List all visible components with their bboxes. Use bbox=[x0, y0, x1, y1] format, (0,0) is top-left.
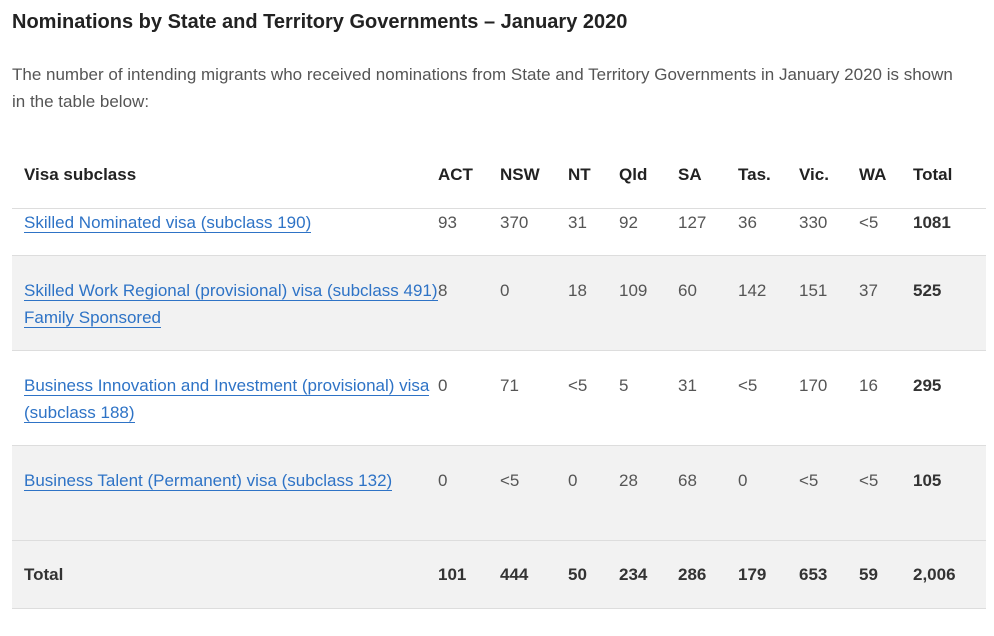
total-grand: 2,006 bbox=[913, 540, 986, 609]
cell-total: 525 bbox=[913, 255, 986, 351]
visa-link-190[interactable]: Skilled Nominated visa (subclass 190) bbox=[24, 213, 312, 233]
cell-total: 1081 bbox=[913, 208, 986, 256]
header-vic: Vic. bbox=[799, 141, 859, 209]
table-total-row: Total 101 444 50 234 286 179 653 59 2,00… bbox=[12, 540, 986, 609]
table-header-row: Visa subclass ACT NSW NT Qld SA Tas. Vic… bbox=[12, 141, 986, 209]
cell-act: 8 bbox=[438, 255, 500, 351]
visa-link-132[interactable]: Business Talent (Permanent) visa (subcla… bbox=[24, 471, 393, 491]
visa-cell: Skilled Nominated visa (subclass 190) bbox=[12, 208, 438, 256]
header-wa: WA bbox=[859, 141, 913, 209]
visa-link-491[interactable]: Skilled Work Regional (provisional) visa… bbox=[24, 281, 438, 328]
visa-link-188[interactable]: Business Innovation and Investment (prov… bbox=[24, 376, 430, 423]
cell-total: 295 bbox=[913, 350, 986, 446]
table-row: Business Talent (Permanent) visa (subcla… bbox=[12, 445, 986, 541]
total-label: Total bbox=[12, 540, 438, 609]
header-tas: Tas. bbox=[738, 141, 799, 209]
table-row: Skilled Work Regional (provisional) visa… bbox=[12, 255, 986, 351]
cell-wa: <5 bbox=[859, 208, 913, 256]
total-sa: 286 bbox=[678, 540, 738, 609]
total-vic: 653 bbox=[799, 540, 859, 609]
cell-wa: 37 bbox=[859, 255, 913, 351]
cell-nt: <5 bbox=[568, 350, 619, 446]
total-tas: 179 bbox=[738, 540, 799, 609]
cell-nsw: 370 bbox=[500, 208, 568, 256]
cell-nt: 18 bbox=[568, 255, 619, 351]
total-wa: 59 bbox=[859, 540, 913, 609]
total-nsw: 444 bbox=[500, 540, 568, 609]
cell-vic: 170 bbox=[799, 350, 859, 446]
header-total: Total bbox=[913, 141, 986, 209]
total-act: 101 bbox=[438, 540, 500, 609]
cell-vic: 330 bbox=[799, 208, 859, 256]
header-nsw: NSW bbox=[500, 141, 568, 209]
cell-tas: 142 bbox=[738, 255, 799, 351]
cell-act: 93 bbox=[438, 208, 500, 256]
header-act: ACT bbox=[438, 141, 500, 209]
cell-sa: 68 bbox=[678, 445, 738, 541]
header-visa-subclass: Visa subclass bbox=[12, 141, 438, 209]
cell-vic: <5 bbox=[799, 445, 859, 541]
cell-tas: <5 bbox=[738, 350, 799, 446]
cell-qld: 28 bbox=[619, 445, 678, 541]
total-qld: 234 bbox=[619, 540, 678, 609]
cell-sa: 127 bbox=[678, 208, 738, 256]
nominations-table: Visa subclass ACT NSW NT Qld SA Tas. Vic… bbox=[12, 141, 986, 609]
cell-wa: 16 bbox=[859, 350, 913, 446]
visa-cell: Business Talent (Permanent) visa (subcla… bbox=[12, 445, 438, 541]
header-sa: SA bbox=[678, 141, 738, 209]
cell-vic: 151 bbox=[799, 255, 859, 351]
cell-nt: 0 bbox=[568, 445, 619, 541]
page-title: Nominations by State and Territory Gover… bbox=[12, 11, 628, 33]
visa-cell: Business Innovation and Investment (prov… bbox=[12, 350, 438, 446]
intro-paragraph: The number of intending migrants who rec… bbox=[12, 65, 953, 111]
table-row: Business Innovation and Investment (prov… bbox=[12, 350, 986, 446]
cell-nsw: <5 bbox=[500, 445, 568, 541]
cell-qld: 92 bbox=[619, 208, 678, 256]
cell-qld: 109 bbox=[619, 255, 678, 351]
cell-tas: 36 bbox=[738, 208, 799, 256]
cell-qld: 5 bbox=[619, 350, 678, 446]
cell-nsw: 71 bbox=[500, 350, 568, 446]
header-nt: NT bbox=[568, 141, 619, 209]
cell-total: 105 bbox=[913, 445, 986, 541]
total-nt: 50 bbox=[568, 540, 619, 609]
cell-act: 0 bbox=[438, 445, 500, 541]
cell-sa: 60 bbox=[678, 255, 738, 351]
cell-tas: 0 bbox=[738, 445, 799, 541]
table-row: Skilled Nominated visa (subclass 190) 93… bbox=[12, 208, 986, 256]
visa-cell: Skilled Work Regional (provisional) visa… bbox=[12, 255, 438, 351]
cell-nsw: 0 bbox=[500, 255, 568, 351]
cell-sa: 31 bbox=[678, 350, 738, 446]
cell-wa: <5 bbox=[859, 445, 913, 541]
cell-nt: 31 bbox=[568, 208, 619, 256]
header-qld: Qld bbox=[619, 141, 678, 209]
cell-act: 0 bbox=[438, 350, 500, 446]
